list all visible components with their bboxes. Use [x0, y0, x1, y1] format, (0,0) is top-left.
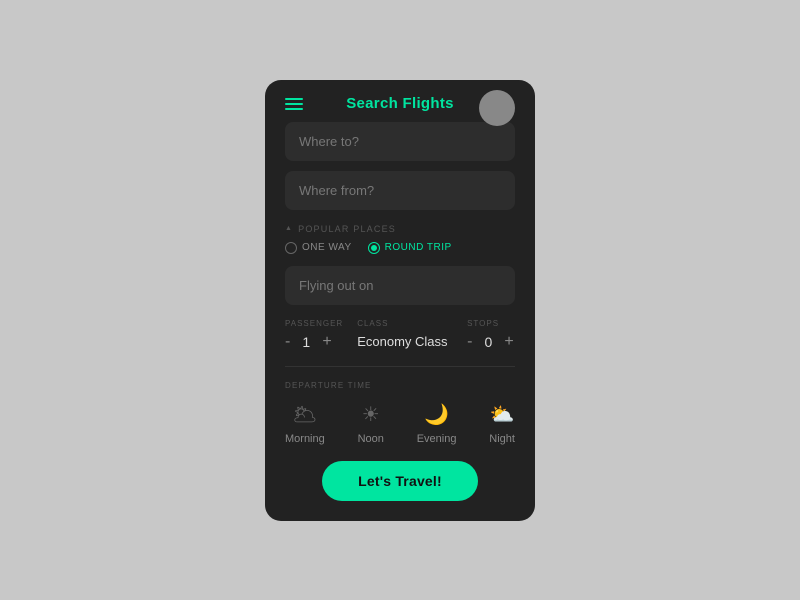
- class-value[interactable]: Economy Class: [357, 334, 453, 349]
- time-option-evening[interactable]: 🌙 Evening: [417, 402, 457, 445]
- stops-stepper: - 0 +: [467, 334, 515, 350]
- trip-option-round-trip[interactable]: ROUND TRIP: [368, 242, 452, 254]
- avatar: [479, 90, 515, 126]
- body: POPULAR PLACES ONE WAY ROUND TRIP PASSEN…: [265, 122, 535, 521]
- noon-label: Noon: [358, 433, 384, 445]
- stops-group: STOPS - 0 +: [467, 319, 515, 350]
- time-option-morning[interactable]: 🌥 Morning: [285, 402, 325, 445]
- passenger-minus-button[interactable]: -: [285, 334, 290, 350]
- morning-label: Morning: [285, 433, 325, 445]
- time-option-night[interactable]: ⛅ Night: [489, 402, 515, 445]
- trip-type-row: ONE WAY ROUND TRIP: [285, 242, 515, 254]
- night-label: Night: [489, 433, 515, 445]
- menu-icon[interactable]: [285, 98, 303, 110]
- header: Search Flights: [265, 80, 535, 122]
- divider: [285, 366, 515, 367]
- stops-value: 0: [480, 334, 496, 350]
- stops-plus-button[interactable]: +: [504, 334, 513, 350]
- trip-option-one-way[interactable]: ONE WAY: [285, 242, 352, 254]
- trip-round-trip-label: ROUND TRIP: [385, 242, 452, 253]
- app-container: Search Flights POPULAR PLACES ONE WAY RO…: [265, 80, 535, 521]
- radio-one-way: [285, 242, 297, 254]
- passenger-plus-button[interactable]: +: [322, 334, 331, 350]
- popular-places-label: POPULAR PLACES: [285, 224, 515, 234]
- departure-section: DEPARTURE TIME 🌥 Morning ☀ Noon 🌙 Evenin…: [285, 381, 515, 445]
- where-to-input[interactable]: [285, 122, 515, 161]
- evening-icon: 🌙: [424, 402, 449, 427]
- flying-out-input[interactable]: [285, 266, 515, 305]
- night-icon: ⛅: [490, 402, 515, 427]
- time-option-noon[interactable]: ☀ Noon: [358, 402, 384, 445]
- where-from-input[interactable]: [285, 171, 515, 210]
- evening-label: Evening: [417, 433, 457, 445]
- time-options: 🌥 Morning ☀ Noon 🌙 Evening ⛅ Night: [285, 402, 515, 445]
- passenger-group: PASSENGER - 1 +: [285, 319, 343, 350]
- page-title: Search Flights: [346, 95, 454, 112]
- noon-icon: ☀: [362, 402, 380, 427]
- stops-minus-button[interactable]: -: [467, 334, 472, 350]
- trip-one-way-label: ONE WAY: [302, 242, 352, 253]
- class-label: CLASS: [357, 319, 453, 328]
- cta-row: Let's Travel!: [285, 461, 515, 501]
- class-group: CLASS Economy Class: [357, 319, 453, 349]
- radio-round-trip: [368, 242, 380, 254]
- passenger-label: PASSENGER: [285, 319, 343, 328]
- morning-icon: 🌥: [292, 402, 317, 427]
- departure-label: DEPARTURE TIME: [285, 381, 515, 390]
- controls-row: PASSENGER - 1 + CLASS Economy Class STOP…: [285, 319, 515, 350]
- passenger-value: 1: [298, 334, 314, 350]
- passenger-stepper: - 1 +: [285, 334, 343, 350]
- lets-travel-button[interactable]: Let's Travel!: [322, 461, 478, 501]
- stops-label: STOPS: [467, 319, 515, 328]
